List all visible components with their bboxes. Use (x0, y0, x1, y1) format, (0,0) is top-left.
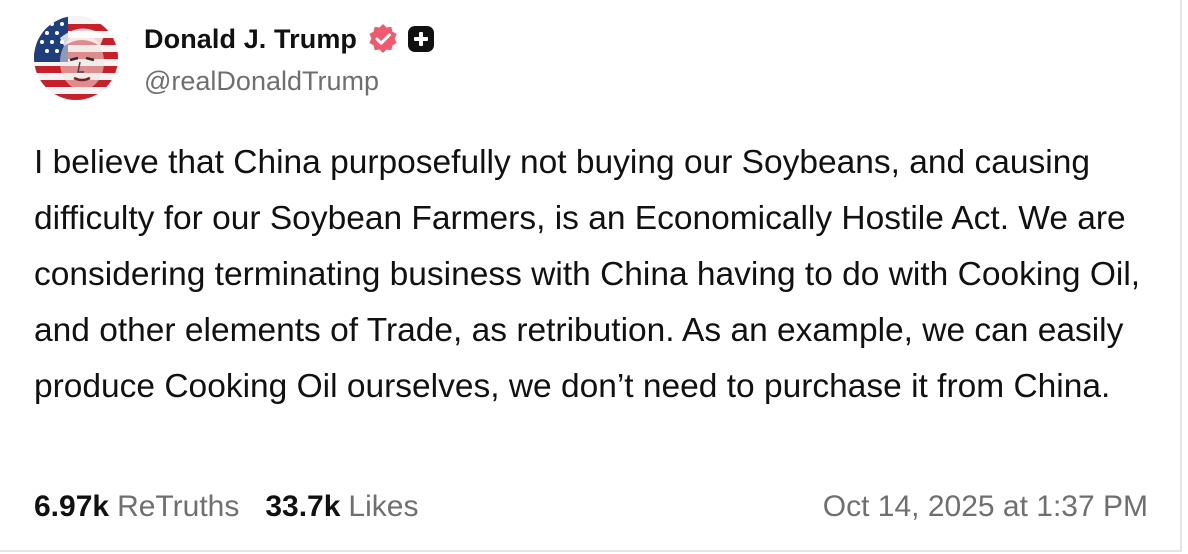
post-timestamp[interactable]: Oct 14, 2025 at 1:37 PM (823, 490, 1148, 524)
author-handle[interactable]: @realDonaldTrump (144, 66, 435, 97)
flag-portrait-avatar-icon (34, 16, 118, 100)
post-header: Donald J. Trump @realDonaldTrump (34, 16, 435, 100)
avatar[interactable] (34, 16, 118, 100)
retruths-label: ReTruths (117, 490, 240, 523)
author-display-name[interactable]: Donald J. Trump (144, 24, 357, 55)
post-body-text: I believe that China purposefully not bu… (34, 144, 1141, 405)
plus-badge-icon (408, 26, 435, 52)
post-footer: 6.97k ReTruths 33.7k Likes Oct 14, 2025 … (34, 490, 1148, 524)
name-row: Donald J. Trump (144, 22, 435, 56)
retruths-count: 6.97k (34, 490, 110, 523)
verified-badge-icon (369, 24, 397, 53)
likes-count: 33.7k (265, 490, 341, 523)
author-identity: Donald J. Trump @realDonaldTrump (144, 22, 435, 97)
retruths-stat[interactable]: 6.97k ReTruths (34, 490, 239, 524)
post-card: Donald J. Trump @realDonaldTrump I belie… (0, 0, 1182, 552)
likes-stat[interactable]: 33.7k Likes (265, 490, 418, 524)
likes-label: Likes (348, 490, 419, 523)
